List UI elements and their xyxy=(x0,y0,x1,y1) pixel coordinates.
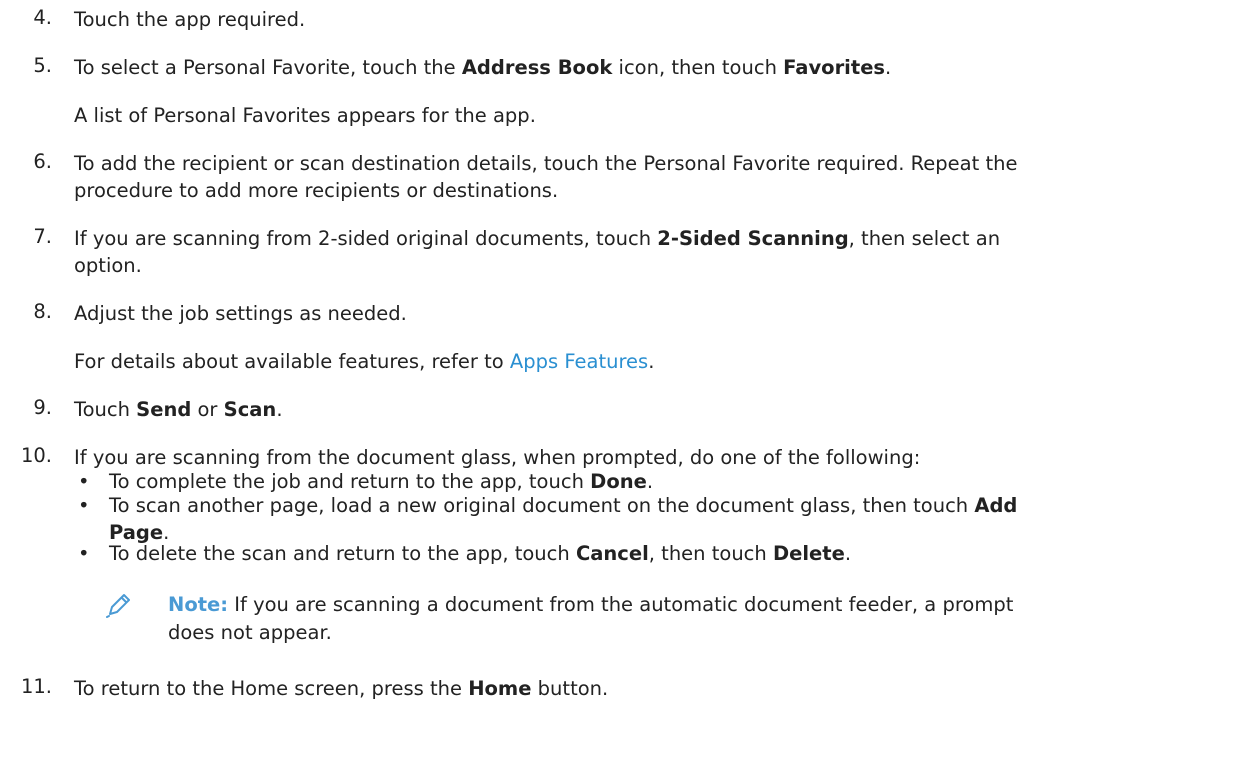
step-number: 6. xyxy=(33,150,52,173)
step-8-details: For details about available features, re… xyxy=(74,350,655,373)
scan-label: Scan xyxy=(223,398,277,421)
step-text: If you are scanning from 2-sided origina… xyxy=(74,227,1001,277)
step-text: If you are scanning from the document gl… xyxy=(74,446,921,469)
step-number: 8. xyxy=(33,300,52,323)
step-text: To return to the Home screen, press the … xyxy=(74,677,609,700)
note-label: Note: xyxy=(168,593,229,616)
step-number: 7. xyxy=(33,225,52,248)
home-label: Home xyxy=(468,677,532,700)
step-text: To select a Personal Favorite, touch the… xyxy=(74,56,892,79)
step-number: 10. xyxy=(20,444,52,467)
step-text: Adjust the job settings as needed. xyxy=(74,302,407,325)
step-number: 5. xyxy=(33,54,52,77)
step-number: 4. xyxy=(33,6,52,29)
add-label: Add xyxy=(974,494,1018,517)
document-page: 4. Touch the app required. 5. To select … xyxy=(0,0,1257,759)
note: Note: If you are scanning a document fro… xyxy=(168,593,1014,644)
favorites-label: Favorites xyxy=(783,56,886,79)
bullet-dot: • xyxy=(78,542,90,565)
done-label: Done xyxy=(590,470,647,493)
step-text: To add the recipient or scan destination… xyxy=(74,152,1018,202)
step-number: 9. xyxy=(33,396,52,419)
apps-features-link[interactable]: Apps Features xyxy=(510,350,648,373)
two-sided-scanning-label: 2-Sided Scanning xyxy=(657,227,849,250)
step-text: Touch Send or Scan. xyxy=(74,398,283,421)
delete-label: Delete xyxy=(772,542,845,565)
send-label: Send xyxy=(136,398,192,421)
step-5-result: A list of Personal Favorites appears for… xyxy=(74,104,536,127)
bullet-dot: • xyxy=(78,470,90,493)
cancel-label: Cancel xyxy=(575,542,649,565)
bullet-dot: • xyxy=(78,494,90,517)
address-book-label: Address Book xyxy=(461,56,613,79)
step-number: 11. xyxy=(20,675,52,698)
step-text: Touch the app required. xyxy=(74,8,306,31)
pencil-icon xyxy=(106,594,130,618)
